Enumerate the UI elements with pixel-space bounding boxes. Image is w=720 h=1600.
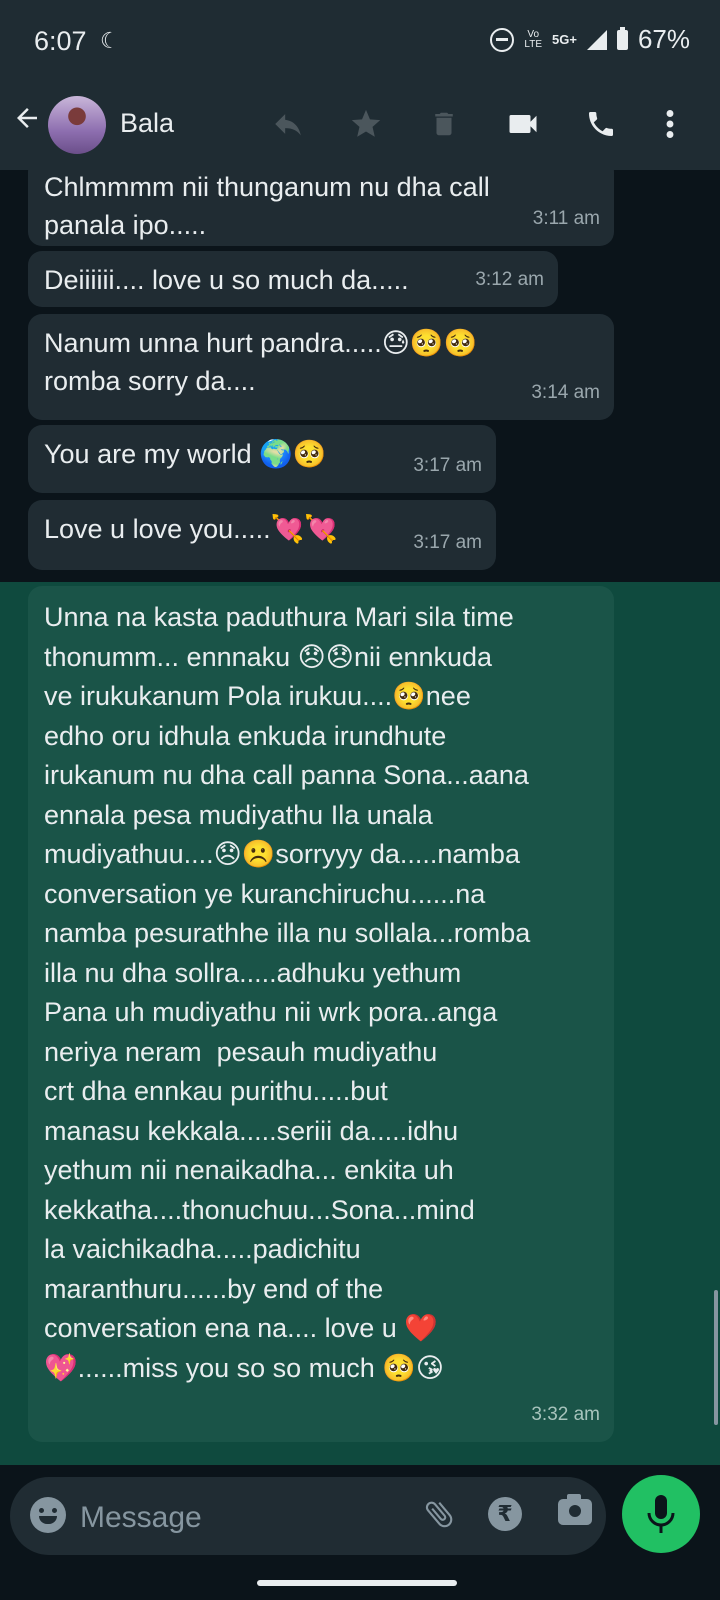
do-not-disturb-moon-icon: ☾ (100, 28, 120, 53)
camera-icon[interactable] (558, 1494, 592, 1525)
signal-icon (586, 29, 607, 50)
message-time: 3:11 am (532, 208, 600, 229)
payment-rupee-icon[interactable]: ₹ (488, 1497, 522, 1531)
message-input[interactable]: Message ₹ (10, 1477, 606, 1555)
message-bubble[interactable]: Deiiiiii.... love u so much da..... 3:12… (28, 251, 558, 307)
battery-icon (616, 26, 628, 50)
chat-header: Bala (0, 78, 720, 170)
reply-icon[interactable] (268, 104, 308, 144)
message-text: Deiiiiii.... love u so much da..... (44, 265, 409, 295)
video-call-icon[interactable] (503, 104, 543, 144)
emoji-icon[interactable] (30, 1497, 66, 1533)
mic-icon (647, 1495, 675, 1533)
more-options-icon[interactable] (650, 104, 690, 144)
volte-bottom: LTE (524, 38, 543, 50)
message-bubble[interactable]: Nanum unna hurt pandra.....😓🥺🥺 romba sor… (28, 314, 614, 420)
chat-area[interactable]: Chlmmmm nii thunganum nu dha call panala… (0, 170, 720, 1465)
message-bubble[interactable]: You are my world 🌍🥺 3:17 am (28, 425, 496, 493)
message-bubble-selected[interactable]: Unna na kasta paduthura Mari sila time t… (28, 586, 614, 1442)
voice-call-icon[interactable] (581, 104, 621, 144)
message-text: Chlmmmm nii thunganum nu dha call panala… (44, 172, 490, 240)
scrollbar[interactable] (714, 1290, 718, 1425)
message-time: 3:32 am (531, 1403, 600, 1425)
message-time: 3:17 am (413, 455, 482, 476)
message-time: 3:14 am (531, 382, 600, 403)
avatar[interactable] (48, 96, 106, 154)
mic-button[interactable] (622, 1475, 700, 1553)
message-bubble[interactable]: Chlmmmm nii thunganum nu dha call panala… (28, 170, 614, 246)
battery-percent: 67% (637, 24, 690, 54)
message-placeholder: Message (80, 1501, 202, 1534)
contact-name[interactable]: Bala (120, 108, 174, 139)
status-time: 6:07 (34, 26, 87, 56)
status-bar: 6:07 ☾ Vo LTE 5G+ 67% (0, 0, 720, 78)
message-text: Unna na kasta paduthura Mari sila time t… (44, 602, 531, 1383)
volte-indicator: Vo LTE (524, 28, 543, 50)
star-icon[interactable] (346, 104, 386, 144)
message-time: 3:17 am (413, 532, 482, 553)
message-text: Nanum unna hurt pandra.....😓🥺🥺 romba sor… (44, 328, 478, 396)
status-icons: Vo LTE 5G+ 67% (490, 24, 690, 55)
home-indicator[interactable] (257, 1580, 457, 1586)
dnd-icon (490, 27, 515, 52)
back-arrow-icon[interactable] (12, 100, 42, 142)
delete-icon[interactable] (424, 104, 464, 144)
network-type: 5G+ (552, 32, 577, 47)
message-time: 3:12 am (475, 269, 544, 290)
message-bubble[interactable]: Love u love you.....💘💘 3:17 am (28, 500, 496, 570)
volte-top: Vo (527, 28, 540, 40)
attach-icon[interactable] (422, 1497, 456, 1539)
